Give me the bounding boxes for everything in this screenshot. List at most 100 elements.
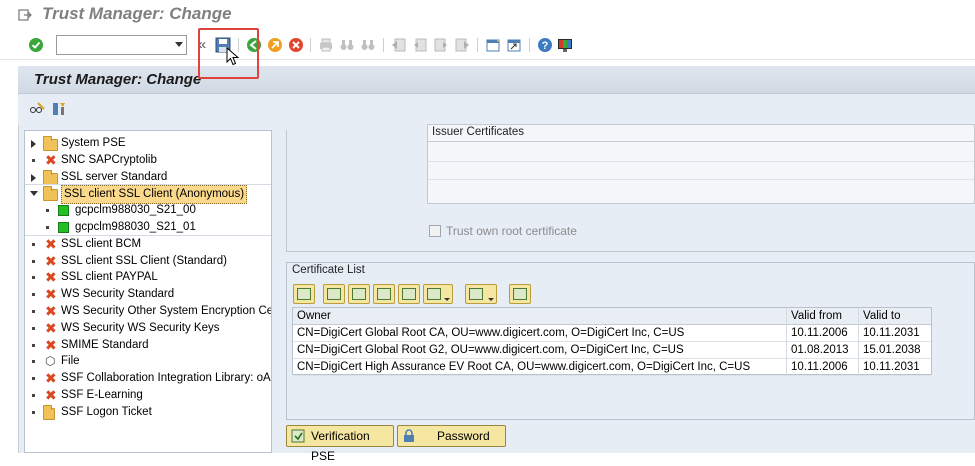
owner-cell[interactable]: CN=DigiCert Global Root G2, OU=www.digic…: [293, 342, 787, 359]
display-change-button[interactable]: [28, 100, 46, 118]
sort-ascending-icon: [327, 288, 341, 300]
bullet-icon: [32, 293, 35, 297]
customize-layout-button[interactable]: [556, 36, 574, 54]
create-session-button[interactable]: [484, 36, 502, 54]
tree-node[interactable]: ✖ SSF Collaboration Integration Library: …: [25, 370, 271, 387]
chevron-down-icon[interactable]: [444, 298, 450, 301]
previous-page-icon: [414, 38, 427, 52]
column-header-owner[interactable]: Owner: [293, 308, 787, 325]
export-button[interactable]: [465, 284, 497, 304]
table-row[interactable]: CN=DigiCert Global Root CA, OU=www.digic…: [293, 325, 931, 342]
error-x-icon: ✖: [45, 235, 57, 252]
bullet-icon: [46, 209, 49, 213]
bullet-icon: [32, 276, 35, 280]
green-status-icon: [58, 222, 69, 233]
tree-node[interactable]: SSL server Standard: [25, 169, 271, 186]
password-label: Password: [437, 429, 490, 443]
error-x-icon: ✖: [45, 336, 57, 353]
find-next-button: [359, 36, 377, 54]
chevron-down-icon[interactable]: [488, 298, 494, 301]
layout-button[interactable]: [509, 284, 531, 304]
sort-ascending-button[interactable]: [323, 284, 345, 304]
sort-descending-button[interactable]: [348, 284, 370, 304]
valid-to-cell[interactable]: 15.01.2038: [859, 342, 931, 359]
error-x-icon: ✖: [45, 269, 57, 286]
enter-button[interactable]: [27, 36, 45, 54]
bullet-icon: [32, 394, 35, 397]
folder-icon: [43, 169, 58, 185]
binoculars-icon: [377, 288, 391, 300]
tree-node[interactable]: gcpclm988030_S21_01: [25, 219, 271, 236]
table-row[interactable]: CN=DigiCert High Assurance EV Root CA, O…: [293, 359, 931, 376]
filter-button[interactable]: [423, 284, 453, 304]
help-button[interactable]: ?: [536, 36, 554, 54]
cancel-button[interactable]: [287, 36, 305, 54]
folder-open-icon: [43, 186, 58, 202]
column-header-valid-from[interactable]: Valid from: [787, 308, 859, 325]
glasses-pencil-icon: [30, 102, 45, 113]
tree-node[interactable]: gcpclm988030_S21_00: [25, 202, 271, 219]
tree-node[interactable]: ✖ WS Security Standard: [25, 286, 271, 303]
standard-toolbar: « ?: [0, 30, 975, 60]
chevron-down-icon[interactable]: [175, 42, 183, 47]
environment-button[interactable]: [50, 100, 68, 118]
last-page-button: [453, 36, 471, 54]
tree-node[interactable]: ✖ SSF E-Learning: [25, 387, 271, 404]
tree-node[interactable]: ✖ SNC SAPCryptolib: [25, 152, 271, 169]
error-x-icon: ✖: [45, 286, 57, 303]
tree-node[interactable]: ✖ WS Security Other System Encryption Ce: [25, 303, 271, 320]
tree-node[interactable]: ✖ SSL client SSL Client (Standard): [25, 253, 271, 270]
command-field[interactable]: [56, 35, 187, 55]
tree-node[interactable]: ✖ SSL client BCM: [25, 236, 271, 253]
tree-node[interactable]: SSL client SSL Client (Anonymous): [25, 185, 271, 205]
tree-node[interactable]: ⬡ File: [25, 353, 271, 370]
filter-icon: [427, 288, 441, 300]
bullet-icon: [32, 343, 35, 347]
table-row[interactable]: CN=DigiCert Global Root G2, OU=www.digic…: [293, 342, 931, 359]
valid-to-cell[interactable]: 10.11.2031: [859, 325, 931, 342]
error-x-icon: ✖: [45, 151, 57, 168]
tree-node-label: SSL client BCM: [61, 237, 142, 250]
previous-page-button: [411, 36, 429, 54]
next-page-button: [432, 36, 450, 54]
owner-cell[interactable]: CN=DigiCert Global Root CA, OU=www.digic…: [293, 325, 787, 342]
valid-from-cell[interactable]: 10.11.2006: [787, 359, 859, 376]
tree-node[interactable]: ✖ WS Security WS Security Keys: [25, 320, 271, 337]
tree-node[interactable]: System PSE: [25, 135, 271, 152]
bullet-icon: [32, 326, 35, 330]
find-button-list[interactable]: [373, 284, 395, 304]
valid-to-cell[interactable]: 10.11.2031: [859, 359, 931, 376]
collapse-node-icon[interactable]: [30, 191, 38, 197]
cancel-icon: [289, 38, 303, 52]
tree-node-label: gcpclm988030_S21_00: [75, 204, 196, 217]
next-page-icon: [434, 38, 447, 52]
tools-icon: [53, 103, 65, 115]
find-next-button-list[interactable]: [398, 284, 420, 304]
expand-node-icon[interactable]: [31, 140, 36, 148]
tree-node-label: SSL client SSL Client (Standard): [61, 254, 227, 267]
tree-node[interactable]: SSF Logon Ticket: [25, 404, 271, 421]
verification-pse-button[interactable]: Verification PSE: [286, 425, 394, 463]
tree-node-label: WS Security WS Security Keys: [61, 321, 220, 334]
column-header-valid-to[interactable]: Valid to: [859, 308, 931, 325]
tree-node-label: SSL client PAYPAL: [61, 271, 158, 284]
folder-cert-icon: [43, 404, 55, 420]
verify-icon: [291, 429, 305, 443]
valid-from-cell[interactable]: 10.11.2006: [787, 325, 859, 342]
tree-node[interactable]: ✖ SSL client PAYPAL: [25, 269, 271, 286]
details-button[interactable]: [293, 284, 315, 304]
exit-button[interactable]: [266, 36, 284, 54]
tree-node[interactable]: ✖ SMIME Standard: [25, 337, 271, 354]
password-button[interactable]: Password: [397, 425, 506, 447]
valid-from-cell[interactable]: 01.08.2013: [787, 342, 859, 359]
trust-own-root-checkbox[interactable]: [429, 225, 441, 237]
owner-cell[interactable]: CN=DigiCert High Assurance EV Root CA, O…: [293, 359, 787, 376]
expand-node-icon[interactable]: [31, 173, 36, 182]
menu-exit-icon[interactable]: [18, 8, 32, 22]
shortcut-button[interactable]: [505, 36, 523, 54]
tree-node-label: WS Security Other System Encryption Ce: [61, 305, 272, 317]
bullet-icon: [32, 360, 35, 364]
bullet-icon: [32, 310, 35, 313]
error-x-icon: ✖: [45, 319, 57, 336]
bullet-icon: [32, 158, 35, 162]
